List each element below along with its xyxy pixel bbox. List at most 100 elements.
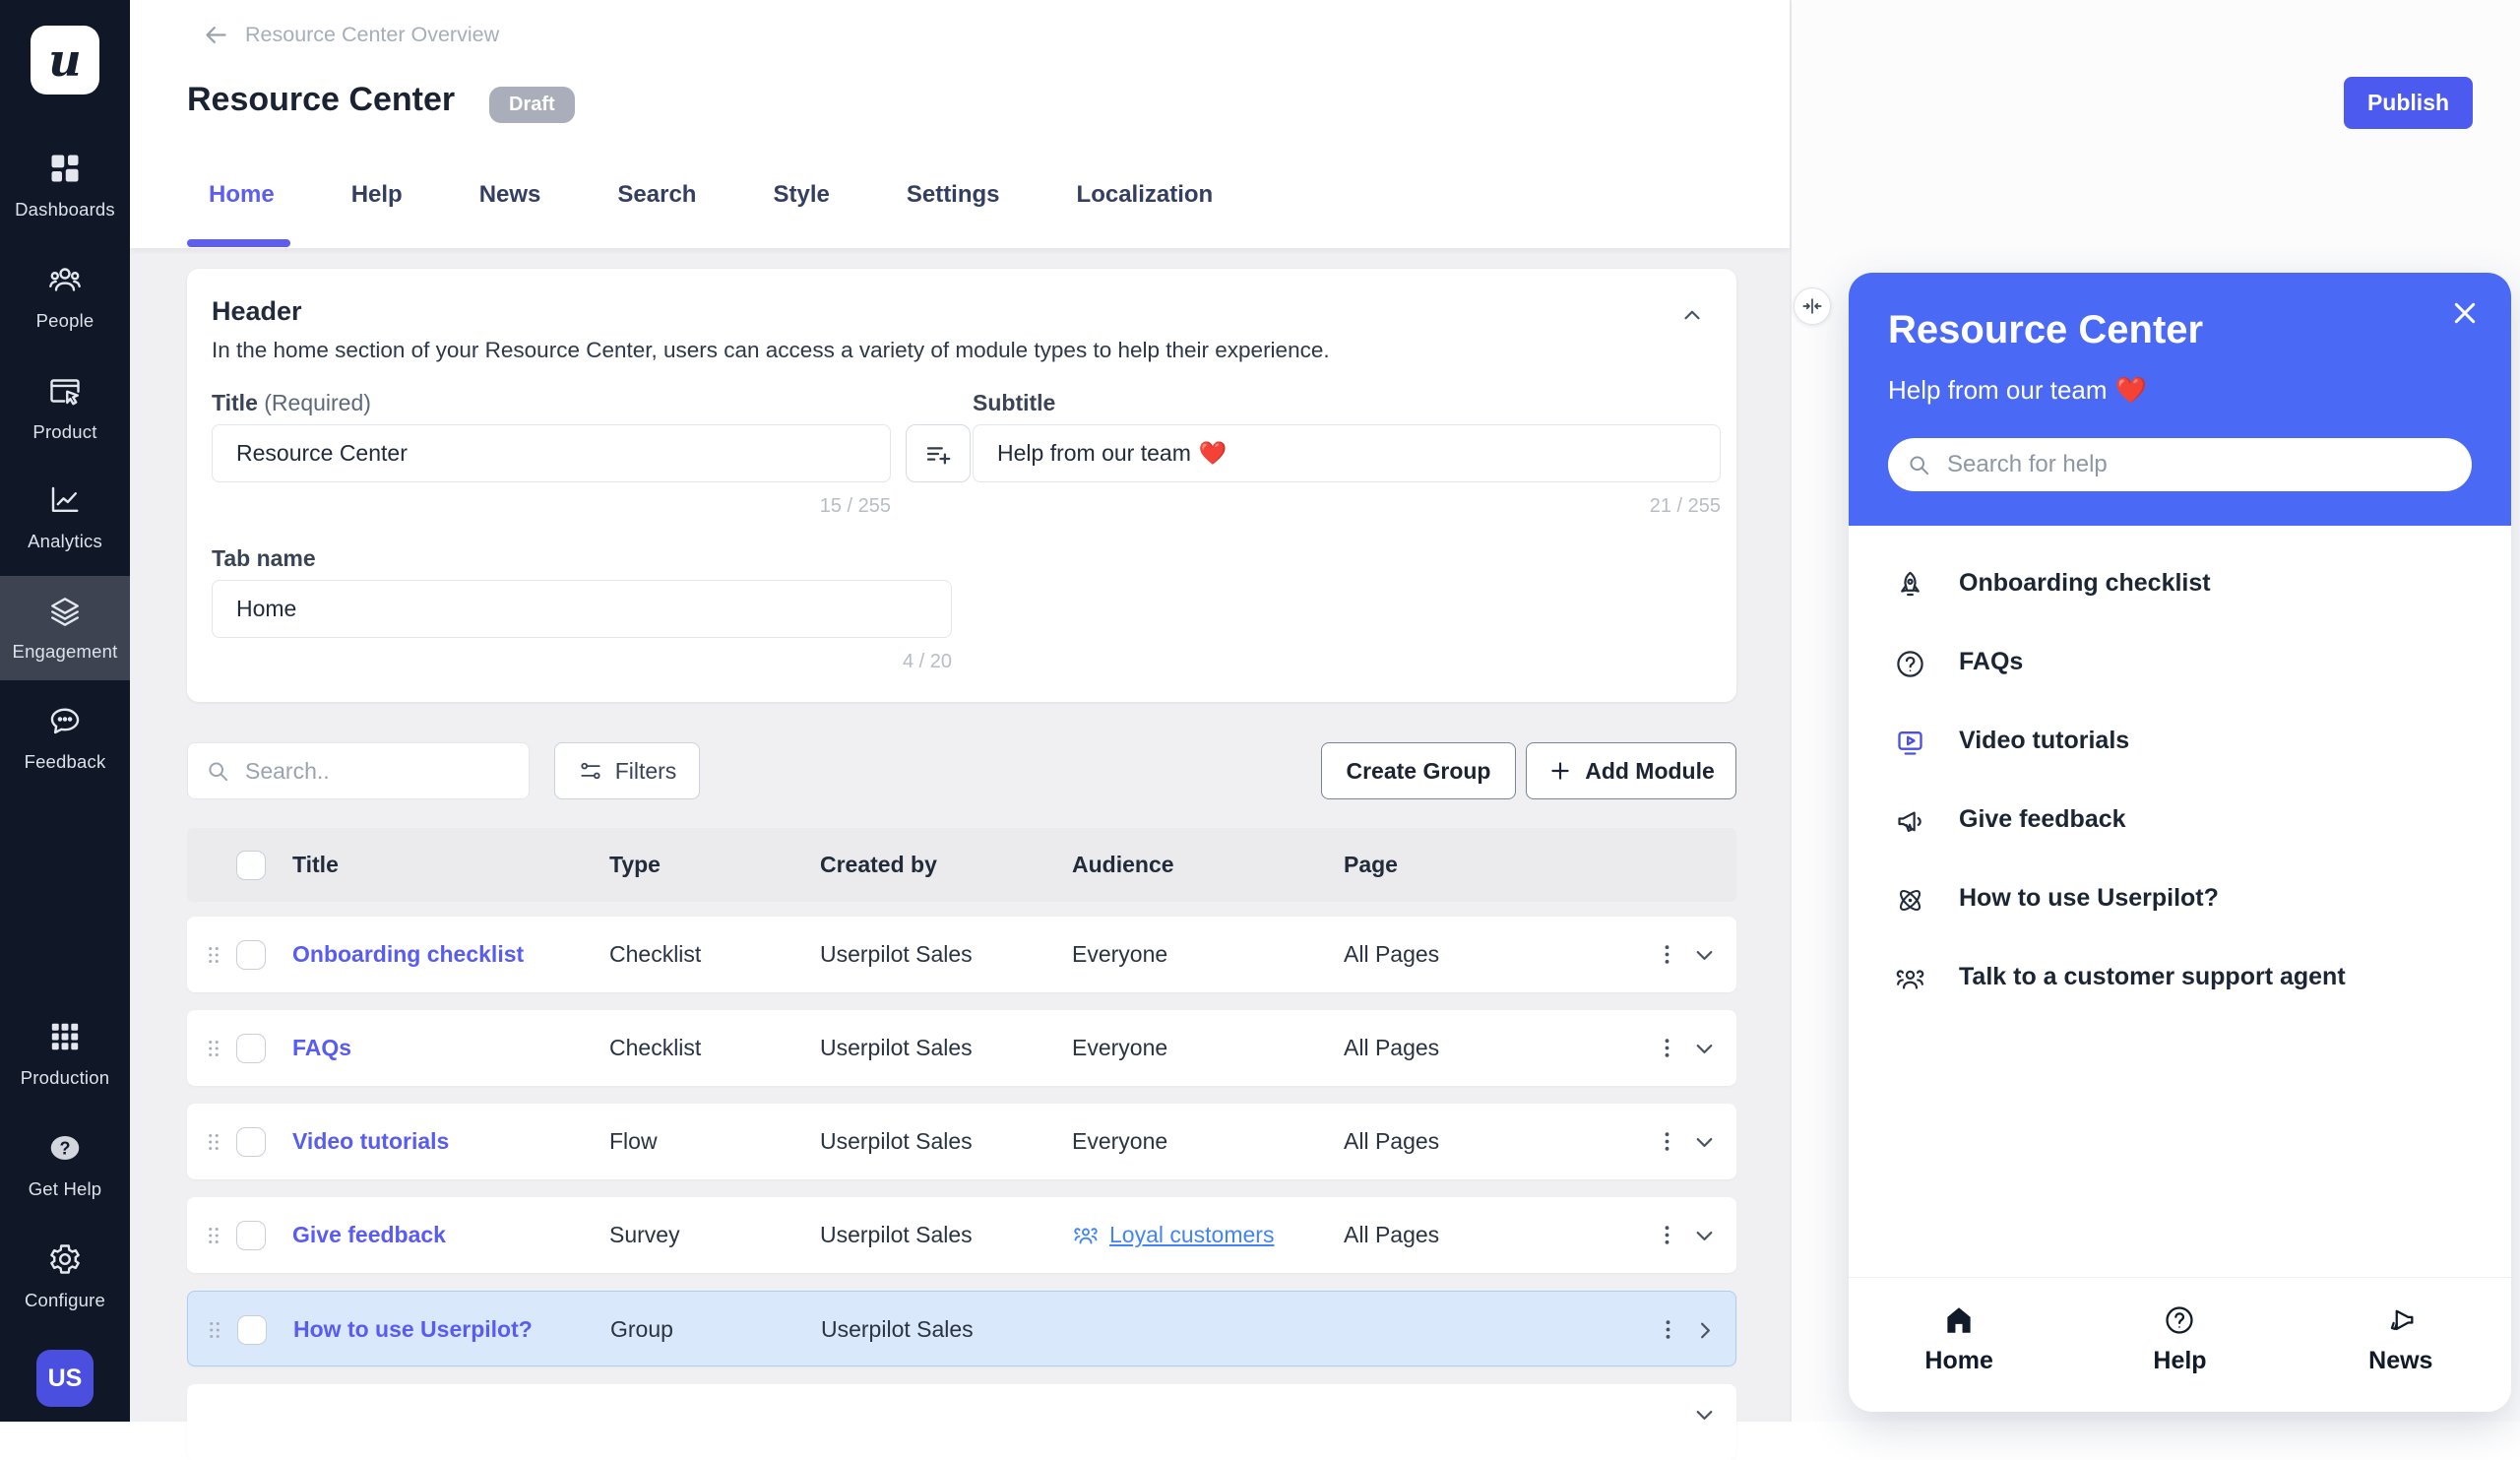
drag-handle[interactable]: [201, 1010, 236, 1086]
add-module-button[interactable]: Add Module: [1526, 742, 1736, 799]
subtitle-field-label: Subtitle: [973, 390, 1055, 416]
chevron-down-icon[interactable]: [1691, 1036, 1718, 1062]
module-type: Checklist: [609, 1010, 701, 1086]
subtitle-field[interactable]: Help from our team❤️: [973, 424, 1721, 482]
table-row[interactable]: FAQs Checklist Userpilot Sales Everyone …: [187, 1010, 1736, 1086]
preview-search-input[interactable]: [1888, 438, 2472, 491]
row-menu-icon[interactable]: [1654, 1222, 1680, 1248]
app-logo[interactable]: u: [31, 26, 99, 95]
preview-nav-news[interactable]: News: [2291, 1278, 2511, 1412]
sidebar-item-get-help[interactable]: Get Help: [0, 1130, 130, 1200]
column-created-by[interactable]: Created by: [820, 828, 937, 902]
module-title-link[interactable]: FAQs: [292, 1035, 351, 1061]
sidebar-item-dashboards[interactable]: Dashboards: [0, 151, 130, 221]
table-row[interactable]: Give feedback Survey Userpilot Sales Loy…: [187, 1197, 1736, 1273]
chevron-down-icon[interactable]: [1691, 1223, 1718, 1249]
module-title-link[interactable]: Give feedback: [292, 1222, 446, 1248]
section-description: In the home section of your Resource Cen…: [212, 338, 1330, 363]
tab-search[interactable]: Search: [617, 181, 696, 209]
header-section-card: Header In the home section of your Resou…: [187, 269, 1736, 702]
preview-item-talk-to-support[interactable]: Talk to a customer support agent: [1849, 939, 2511, 1018]
table-row[interactable]: Onboarding checklist Checklist Userpilot…: [187, 917, 1736, 992]
row-menu-icon[interactable]: [1655, 1316, 1681, 1343]
drag-handle[interactable]: [201, 917, 236, 992]
tab-localization[interactable]: Localization: [1077, 181, 1214, 209]
module-search: [187, 742, 530, 799]
tab-name-field[interactable]: [212, 580, 952, 638]
row-checkbox[interactable]: [236, 940, 266, 970]
insert-text-button[interactable]: [906, 424, 971, 482]
module-title-link[interactable]: Video tutorials: [292, 1128, 449, 1155]
active-tab-indicator: [187, 239, 290, 247]
tab-help[interactable]: Help: [351, 181, 403, 209]
preview-item-give-feedback[interactable]: Give feedback: [1849, 782, 2511, 860]
chevron-down-icon[interactable]: [1691, 942, 1718, 969]
drag-handle[interactable]: [202, 1292, 237, 1367]
column-page[interactable]: Page: [1344, 828, 1398, 902]
row-checkbox[interactable]: [237, 1315, 267, 1345]
create-group-button[interactable]: Create Group: [1321, 742, 1516, 799]
sidebar-item-analytics[interactable]: Analytics: [0, 482, 130, 552]
title-field[interactable]: [212, 424, 891, 482]
module-title-link[interactable]: Onboarding checklist: [292, 941, 524, 968]
row-menu-icon[interactable]: [1654, 941, 1680, 968]
back-arrow-icon[interactable]: [203, 22, 229, 48]
subtitle-char-counter: 21 / 255: [973, 495, 1721, 518]
column-audience[interactable]: Audience: [1072, 828, 1174, 902]
preview-item-faqs[interactable]: FAQs: [1849, 624, 2511, 703]
column-type[interactable]: Type: [609, 828, 661, 902]
publish-button[interactable]: Publish: [2344, 77, 2473, 129]
module-title-link[interactable]: How to use Userpilot?: [293, 1316, 533, 1343]
preview-item-how-to-use[interactable]: How to use Userpilot?: [1849, 860, 2511, 939]
row-menu-icon[interactable]: [1654, 1128, 1680, 1155]
breadcrumb[interactable]: Resource Center Overview: [203, 22, 499, 48]
module-audience: Everyone: [1072, 1010, 1167, 1086]
module-created-by: Userpilot Sales: [820, 917, 973, 992]
module-page: All Pages: [1344, 1197, 1439, 1273]
sidebar-item-people[interactable]: People: [0, 262, 130, 332]
chevron-down-icon[interactable]: [1691, 1402, 1718, 1428]
support-people-icon: [1894, 963, 1926, 995]
column-title[interactable]: Title: [292, 828, 339, 902]
select-all-checkbox[interactable]: [236, 851, 266, 880]
table-row[interactable]: Video tutorials Flow Userpilot Sales Eve…: [187, 1104, 1736, 1179]
tab-news[interactable]: News: [479, 181, 541, 209]
module-type: Flow: [609, 1104, 658, 1179]
row-menu-icon[interactable]: [1654, 1035, 1680, 1061]
filters-button[interactable]: Filters: [554, 742, 700, 799]
chevron-up-icon[interactable]: [1679, 302, 1705, 328]
module-page: All Pages: [1344, 1010, 1439, 1086]
preview-item-onboarding-checklist[interactable]: Onboarding checklist: [1849, 545, 2511, 624]
row-checkbox[interactable]: [236, 1221, 266, 1250]
chevron-right-icon[interactable]: [1692, 1317, 1719, 1344]
tab-style[interactable]: Style: [773, 181, 829, 209]
tab-settings[interactable]: Settings: [907, 181, 1000, 209]
breadcrumb-label[interactable]: Resource Center Overview: [245, 23, 499, 47]
tab-home[interactable]: Home: [209, 181, 275, 209]
sidebar-item-configure[interactable]: Configure: [0, 1241, 130, 1311]
module-type: Checklist: [609, 917, 701, 992]
atom-icon: [1894, 884, 1926, 917]
drag-handle[interactable]: [201, 1104, 236, 1179]
close-icon[interactable]: [2449, 297, 2481, 329]
drag-handle[interactable]: [201, 1197, 236, 1273]
sidebar-item-feedback[interactable]: Feedback: [0, 703, 130, 773]
audience-segment-link[interactable]: Loyal customers: [1072, 1222, 1274, 1249]
preview-nav-help[interactable]: Help: [2069, 1278, 2290, 1412]
table-row-partial[interactable]: [187, 1384, 1736, 1460]
sidebar-item-product[interactable]: Product: [0, 373, 130, 443]
preview-item-video-tutorials[interactable]: Video tutorials: [1849, 703, 2511, 782]
chevron-down-icon[interactable]: [1691, 1129, 1718, 1156]
row-checkbox[interactable]: [236, 1127, 266, 1157]
row-checkbox[interactable]: [236, 1034, 266, 1063]
table-row-selected[interactable]: How to use Userpilot? Group Userpilot Sa…: [187, 1291, 1736, 1366]
user-avatar[interactable]: US: [36, 1350, 94, 1407]
preview-nav-home[interactable]: Home: [1849, 1278, 2069, 1412]
module-created-by: Userpilot Sales: [821, 1292, 974, 1367]
text-add-icon: [923, 439, 953, 469]
collapse-preview-button[interactable]: [1794, 287, 1831, 325]
gear-icon: [47, 1241, 83, 1277]
sidebar-item-engagement[interactable]: Engagement: [0, 593, 130, 663]
sidebar-item-production[interactable]: Production: [0, 1019, 130, 1089]
search-input[interactable]: [187, 742, 530, 799]
